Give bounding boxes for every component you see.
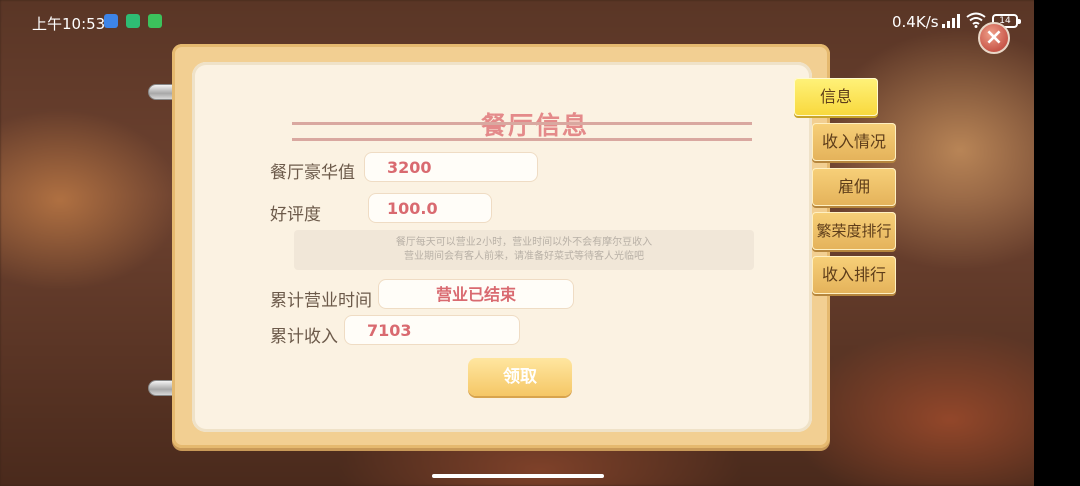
luxury-value: 3200	[364, 152, 538, 182]
business-time-label: 累计营业时间	[270, 291, 372, 311]
business-time-value: 营业已结束	[378, 279, 574, 309]
info-page: 餐厅信息 餐厅豪华值 3200 好评度 100.0 餐厅每天可以营业2小时，营业…	[192, 62, 812, 432]
tab-info[interactable]: 信息	[794, 78, 878, 116]
home-indicator[interactable]	[432, 474, 604, 478]
close-icon: ×	[984, 25, 1004, 50]
title-divider-bottom	[292, 138, 752, 141]
status-time: 上午10:53	[32, 15, 106, 33]
wechat-icon	[148, 14, 162, 28]
shield-app-icon	[126, 14, 140, 28]
signal-icon	[942, 14, 960, 28]
income-value: 7103	[344, 315, 520, 345]
notice-line-1: 餐厅每天可以营业2小时，营业时间以外不会有摩尔豆收入	[395, 237, 653, 248]
tab-income-status[interactable]: 收入情况	[812, 123, 896, 161]
notice-line-2: 营业期间会有客人前来，请准备好菜式等待客人光临吧	[404, 251, 644, 262]
network-speed: 0.4K/s	[892, 13, 939, 31]
rating-label: 好评度	[270, 205, 321, 225]
info-panel: 餐厅信息 餐厅豪华值 3200 好评度 100.0 餐厅每天可以营业2小时，营业…	[172, 44, 830, 448]
close-button[interactable]: ×	[978, 22, 1010, 54]
tab-prosperity-rank[interactable]: 繁荣度排行	[812, 212, 896, 250]
tab-hire[interactable]: 雇佣	[812, 168, 896, 206]
app-icon-blue	[104, 14, 118, 28]
tab-income-rank[interactable]: 收入排行	[812, 256, 896, 294]
status-bar: 上午10:53 0.4K/s 14	[0, 0, 1034, 44]
business-notice: 餐厅每天可以营业2小时，营业时间以外不会有摩尔豆收入 营业期间会有客人前来，请准…	[294, 230, 754, 270]
income-label: 累计收入	[270, 327, 338, 347]
title-divider-top	[292, 122, 752, 125]
screen-edge	[1034, 0, 1080, 486]
claim-button[interactable]: 领取	[468, 358, 572, 396]
rating-value: 100.0	[368, 193, 492, 223]
luxury-label: 餐厅豪华值	[270, 163, 355, 183]
